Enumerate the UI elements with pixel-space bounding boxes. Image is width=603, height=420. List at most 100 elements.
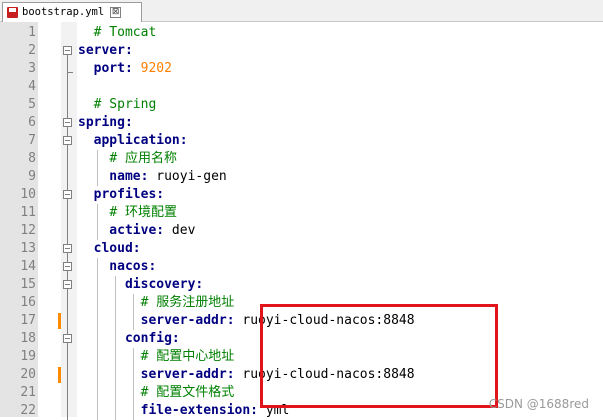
fold-toggle-icon[interactable] bbox=[63, 244, 72, 253]
line-number: 1 bbox=[28, 25, 36, 40]
indent-guide bbox=[115, 276, 116, 420]
comment-token: # 服务注册地址 bbox=[140, 295, 235, 310]
line-text: port: 9202 bbox=[78, 60, 172, 78]
fold-end-mark bbox=[67, 72, 73, 73]
comment-token: # Tomcat bbox=[93, 25, 157, 40]
fold-toggle-icon[interactable] bbox=[63, 118, 72, 127]
code-line[interactable]: 3 port: 9202 bbox=[0, 60, 603, 78]
line-text: active: dev bbox=[78, 222, 195, 240]
value-token bbox=[78, 385, 141, 400]
line-number: 15 bbox=[20, 277, 36, 292]
line-text: config: bbox=[78, 330, 180, 348]
line-text: application: bbox=[78, 132, 188, 150]
line-number: 16 bbox=[20, 295, 36, 310]
code-line[interactable]: 4 bbox=[0, 78, 603, 96]
line-text: cloud: bbox=[78, 240, 141, 258]
fold-toggle-icon[interactable] bbox=[63, 136, 72, 145]
code-editor[interactable]: 1 # Tomcat 2 server: 3 port: 9202 4 5 # Sprin… bbox=[0, 22, 603, 420]
line-number: 10 bbox=[20, 187, 36, 202]
indent-guide bbox=[97, 258, 98, 420]
fold-toggle-icon[interactable] bbox=[63, 46, 72, 55]
indent-guide bbox=[97, 204, 98, 240]
fold-toggle-icon[interactable] bbox=[63, 190, 72, 199]
line-number: 5 bbox=[28, 97, 36, 112]
key-token: server-addr: bbox=[78, 367, 243, 382]
line-number: 17 bbox=[20, 313, 36, 328]
line-text: nacos: bbox=[78, 258, 156, 276]
line-text: file-extension: yml bbox=[78, 402, 290, 420]
unsaved-disk-icon bbox=[7, 7, 18, 18]
line-text: # 环境配置 bbox=[78, 204, 177, 222]
line-number: 9 bbox=[28, 169, 36, 184]
watermark: CSDN @1688red bbox=[488, 397, 589, 411]
value-token bbox=[78, 295, 141, 310]
line-number: 3 bbox=[28, 61, 36, 76]
line-number: 13 bbox=[20, 241, 36, 256]
line-text: name: ruoyi-gen bbox=[78, 168, 227, 186]
code-line[interactable]: 5 # Spring bbox=[0, 96, 603, 114]
value-token: ruoyi-gen bbox=[156, 169, 227, 184]
line-number: 22 bbox=[20, 403, 36, 418]
line-number: 6 bbox=[28, 115, 36, 130]
line-text: server: bbox=[78, 42, 133, 60]
code-line[interactable]: 12 active: dev bbox=[0, 222, 603, 240]
line-number: 4 bbox=[28, 79, 36, 94]
key-token: application: bbox=[78, 133, 188, 148]
key-token: name: bbox=[78, 169, 157, 184]
code-line[interactable]: 15 discovery: bbox=[0, 276, 603, 294]
value-token bbox=[78, 97, 94, 112]
line-text: # Spring bbox=[78, 96, 157, 114]
code-line[interactable]: 2 server: bbox=[0, 42, 603, 60]
line-number: 18 bbox=[20, 331, 36, 346]
key-token: server: bbox=[78, 43, 133, 58]
close-tab-icon[interactable]: ⊠ bbox=[110, 7, 122, 18]
key-token: file-extension: bbox=[78, 403, 266, 418]
tab-label: bootstrap.yml bbox=[22, 6, 105, 19]
indent-guide bbox=[133, 348, 134, 420]
key-token: nacos: bbox=[78, 259, 157, 274]
comment-token: # 配置文件格式 bbox=[140, 385, 235, 400]
line-number: 2 bbox=[28, 43, 36, 58]
comment-token: # 配置中心地址 bbox=[140, 349, 235, 364]
indent-guide bbox=[133, 294, 134, 330]
indent-guide bbox=[97, 150, 98, 186]
highlight-box bbox=[260, 304, 498, 408]
value-token bbox=[78, 151, 109, 166]
value-token: dev bbox=[171, 223, 196, 238]
comment-token: # Spring bbox=[93, 97, 157, 112]
fold-toggle-icon[interactable] bbox=[63, 280, 72, 289]
comment-token: # 应用名称 bbox=[109, 151, 177, 166]
line-text: # 服务注册地址 bbox=[78, 294, 235, 312]
tab-bootstrap-yml[interactable]: bootstrap.yml ⊠ bbox=[2, 2, 142, 22]
change-marker bbox=[58, 367, 61, 383]
line-text: # 应用名称 bbox=[78, 150, 177, 168]
line-number: 20 bbox=[20, 367, 36, 382]
code-line[interactable]: 14 nacos: bbox=[0, 258, 603, 276]
line-number: 19 bbox=[20, 349, 36, 364]
key-token: spring: bbox=[78, 115, 133, 130]
number-token: 9202 bbox=[140, 61, 172, 76]
code-line[interactable]: 13 cloud: bbox=[0, 240, 603, 258]
code-line[interactable]: 6 spring: bbox=[0, 114, 603, 132]
key-token: server-addr: bbox=[78, 313, 243, 328]
change-marker bbox=[58, 313, 61, 329]
line-text: spring: bbox=[78, 114, 133, 132]
line-number: 14 bbox=[20, 259, 36, 274]
line-number: 12 bbox=[20, 223, 36, 238]
code-line[interactable]: 11 # 环境配置 bbox=[0, 204, 603, 222]
line-text: # 配置文件格式 bbox=[78, 384, 235, 402]
code-line[interactable]: 7 application: bbox=[0, 132, 603, 150]
key-token: port: bbox=[78, 61, 141, 76]
fold-toggle-icon[interactable] bbox=[63, 262, 72, 271]
code-line[interactable]: 10 profiles: bbox=[0, 186, 603, 204]
line-text: # 配置中心地址 bbox=[78, 348, 235, 366]
fold-toggle-icon[interactable] bbox=[63, 334, 72, 343]
code-line[interactable]: 1 # Tomcat bbox=[0, 24, 603, 42]
key-token: active: bbox=[78, 223, 172, 238]
value-token bbox=[78, 205, 109, 220]
tab-bar: bootstrap.yml ⊠ bbox=[0, 0, 603, 22]
code-line[interactable]: 9 name: ruoyi-gen bbox=[0, 168, 603, 186]
code-line[interactable]: 8 # 应用名称 bbox=[0, 150, 603, 168]
key-token: cloud: bbox=[78, 241, 141, 256]
value-token bbox=[78, 25, 94, 40]
